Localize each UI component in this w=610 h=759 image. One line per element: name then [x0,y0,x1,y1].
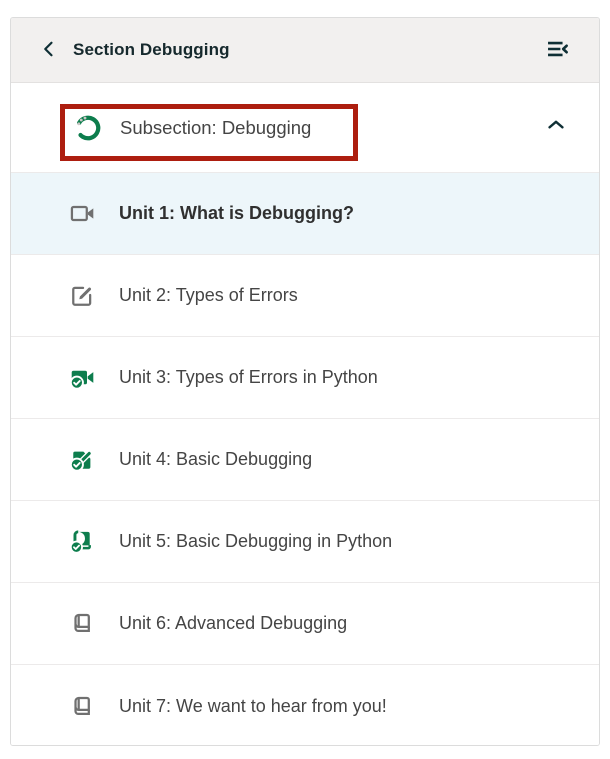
collapse-outline-icon [545,36,571,65]
unit-row-1[interactable]: Unit 1: What is Debugging? [11,173,599,255]
unit-row-5[interactable]: Unit 5: Basic Debugging in Python [11,501,599,583]
course-outline-sidebar: Section Debugging Subs [10,17,600,746]
book-icon [69,610,96,637]
unit-row-4[interactable]: Unit 4: Basic Debugging [11,419,599,501]
edit-icon [69,282,96,309]
subsection-label: Subsection: Debugging [120,117,545,139]
video-icon [69,200,96,227]
unit-label: Unit 5: Basic Debugging in Python [119,531,392,552]
unit-label: Unit 3: Types of Errors in Python [119,367,378,388]
book-check-icon [69,528,96,555]
unit-row-2[interactable]: Unit 2: Types of Errors [11,255,599,337]
unit-label: Unit 4: Basic Debugging [119,449,312,470]
collapse-sidebar-button[interactable] [543,35,573,65]
back-button[interactable] [35,36,63,64]
sidebar-header: Section Debugging [11,18,599,83]
unit-label: Unit 6: Advanced Debugging [119,613,347,634]
chevron-up-icon[interactable] [545,114,567,141]
unit-label: Unit 1: What is Debugging? [119,203,354,224]
unit-label: Unit 7: We want to hear from you! [119,696,387,717]
unit-label: Unit 2: Types of Errors [119,285,298,306]
section-title: Section Debugging [73,40,543,60]
edit-check-icon [69,446,96,473]
video-check-icon [69,364,96,391]
chevron-left-icon [39,39,59,62]
unit-row-6[interactable]: Unit 6: Advanced Debugging [11,583,599,665]
subsection-row[interactable]: Subsection: Debugging [11,83,599,173]
unit-row-3[interactable]: Unit 3: Types of Errors in Python [11,337,599,419]
book-icon [69,693,96,720]
in-progress-ring-icon [73,113,103,143]
unit-row-7[interactable]: Unit 7: We want to hear from you! [11,665,599,746]
